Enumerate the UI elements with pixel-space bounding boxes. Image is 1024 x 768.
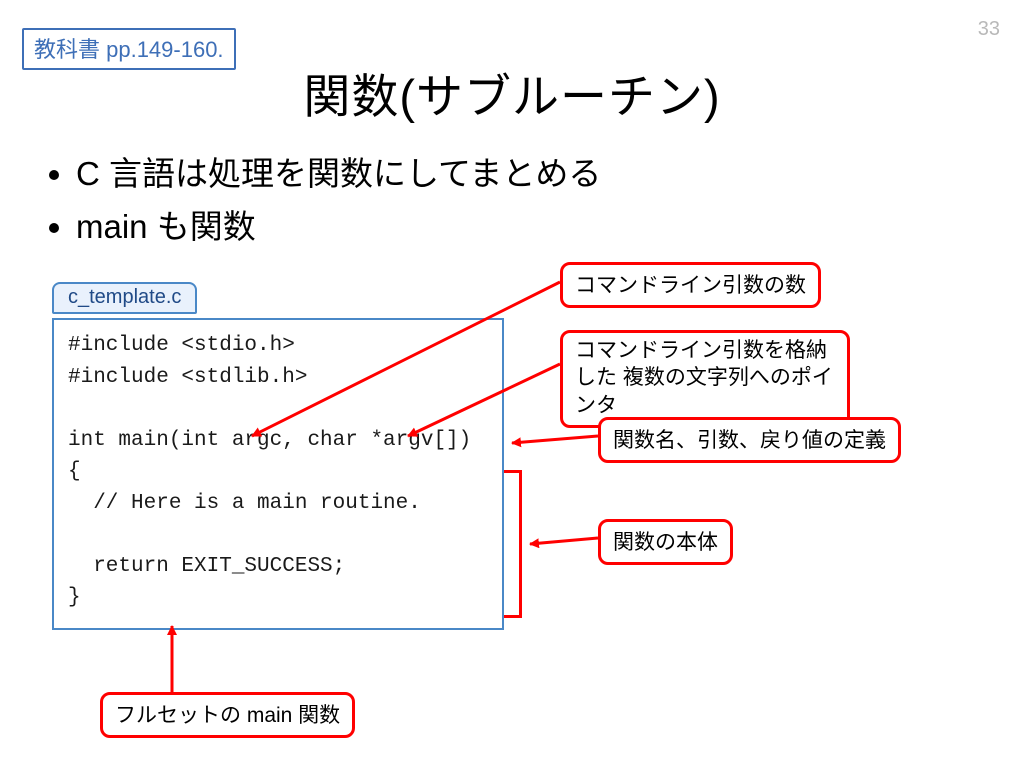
- arrow-signature: [512, 436, 598, 443]
- code-file: c_template.c #include <stdio.h> #include…: [52, 282, 504, 630]
- file-tab: c_template.c: [52, 282, 197, 314]
- slide-number: 33: [978, 18, 1000, 41]
- bullet-item: C 言語は処理を関数にしてまとめる: [76, 148, 940, 199]
- body-bracket: [504, 470, 522, 618]
- bullet-list: C 言語は処理を関数にしてまとめる main も関数: [40, 148, 940, 254]
- code-block: #include <stdio.h> #include <stdlib.h> i…: [52, 318, 504, 630]
- page-title: 関数(サブルーチン): [0, 58, 1024, 127]
- bullet-item: main も関数: [76, 201, 940, 252]
- annotation-fullset-main: フルセットの main 関数: [100, 692, 355, 738]
- annotation-argv-pointer: コマンドライン引数を格納した 複数の文字列へのポインタ: [560, 330, 850, 428]
- annotation-argc-count: コマンドライン引数の数: [560, 262, 821, 308]
- arrow-body: [530, 538, 598, 544]
- annotation-function-signature: 関数名、引数、戻り値の定義: [598, 417, 901, 463]
- annotation-function-body: 関数の本体: [598, 519, 733, 565]
